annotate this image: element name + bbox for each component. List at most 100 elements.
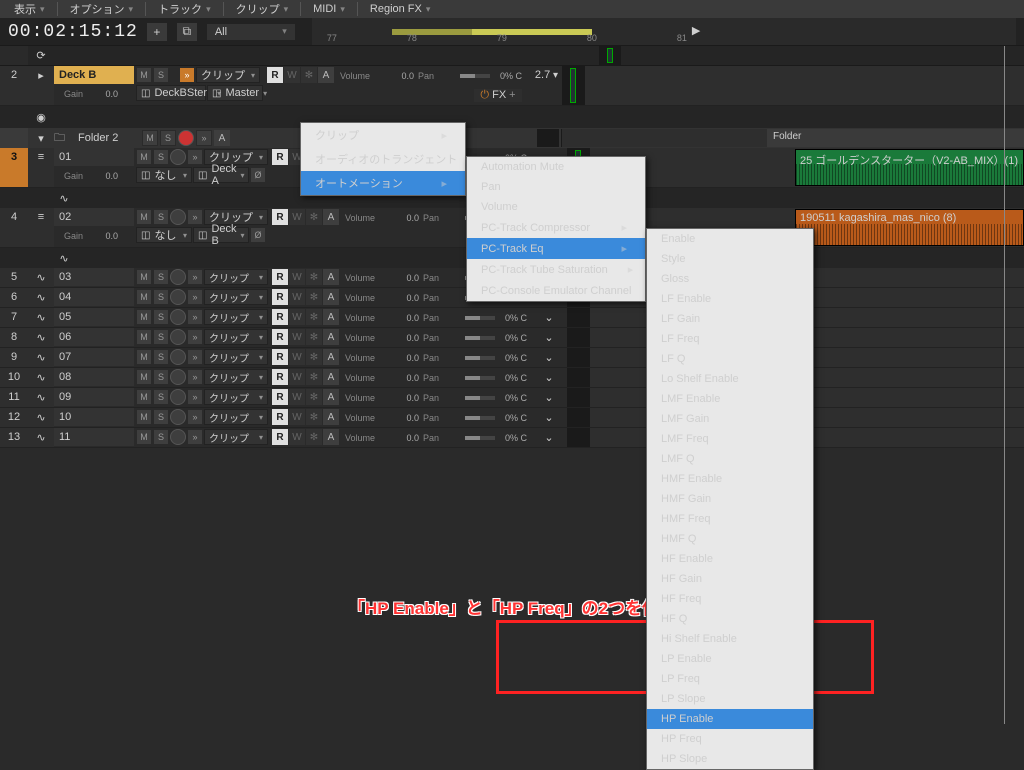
archive-button[interactable]: A: [318, 67, 334, 83]
clip-dropdown[interactable]: クリップ▾: [204, 369, 268, 385]
menu-item[interactable]: HF Enable: [647, 549, 813, 569]
write-button[interactable]: W: [289, 389, 305, 405]
collapse-icon[interactable]: ⟳: [28, 46, 54, 65]
folder-track[interactable]: ▾ 🗀 Folder 2 M S » A Folder: [0, 128, 1024, 148]
expand-chevron[interactable]: ⌄: [531, 308, 567, 327]
fx-star-button[interactable]: ✻: [306, 409, 322, 425]
menu-item[interactable]: HMF Freq: [647, 509, 813, 529]
track-name[interactable]: 06: [54, 328, 134, 346]
mute-button[interactable]: M: [136, 409, 152, 425]
menu-item[interactable]: LP Freq: [647, 669, 813, 689]
menu-item[interactable]: HP Enable: [647, 709, 813, 729]
track-number[interactable]: 12: [0, 408, 28, 427]
solo-button[interactable]: S: [153, 309, 169, 325]
menu-item[interactable]: LF Enable: [647, 289, 813, 309]
read-button[interactable]: R: [272, 389, 288, 405]
track-number[interactable]: 9: [0, 348, 28, 367]
record-button[interactable]: [170, 269, 186, 285]
fx-star-button[interactable]: ✻: [306, 429, 322, 445]
mute-button[interactable]: M: [136, 309, 152, 325]
track-number[interactable]: 4: [0, 208, 28, 247]
menu-options[interactable]: オプション▾: [62, 0, 142, 18]
menu-item[interactable]: HMF Q: [647, 529, 813, 549]
track-number[interactable]: 2: [0, 66, 28, 105]
menu-item[interactable]: LP Slope: [647, 689, 813, 709]
archive-button[interactable]: A: [323, 349, 339, 365]
fx-star-button[interactable]: ✻: [306, 369, 322, 385]
menu-midi[interactable]: MIDI▾: [305, 2, 353, 16]
clip-dropdown[interactable]: クリップ▾: [204, 289, 268, 305]
add-button[interactable]: +: [146, 22, 168, 42]
menu-item[interactable]: Volume: [467, 197, 645, 217]
track-name[interactable]: 05: [54, 308, 134, 326]
menu-clip[interactable]: クリップ▾: [228, 0, 297, 18]
waveform-icon[interactable]: ∿: [28, 388, 54, 407]
menu-item[interactable]: HP Slope: [647, 749, 813, 769]
menu-item[interactable]: Style: [647, 249, 813, 269]
filter-dropdown[interactable]: All▾: [206, 23, 296, 41]
read-button[interactable]: R: [272, 409, 288, 425]
clip-dropdown[interactable]: クリップ▾: [196, 67, 260, 83]
track-name[interactable]: 01: [54, 148, 134, 166]
menu-item[interactable]: オートメーション▸: [301, 171, 465, 195]
menu-item[interactable]: HF Freq: [647, 589, 813, 609]
wave-icon[interactable]: ∿: [54, 188, 74, 208]
playhead-icon[interactable]: ▶: [692, 24, 700, 37]
track-number[interactable]: 10: [0, 368, 28, 387]
menu-item[interactable]: LF Gain: [647, 309, 813, 329]
folder-collapse-icon[interactable]: ▾: [30, 132, 52, 145]
output-dropdown[interactable]: ◫Master▾: [207, 85, 263, 101]
input-echo-button[interactable]: »: [187, 309, 203, 325]
archive-button[interactable]: A: [323, 329, 339, 345]
expand-chevron[interactable]: ⌄: [531, 348, 567, 367]
track-name[interactable]: 11: [54, 428, 134, 446]
archive-button[interactable]: A: [323, 269, 339, 285]
waveform-icon[interactable]: ∿: [28, 408, 54, 427]
solo-button[interactable]: S: [160, 130, 176, 146]
menu-item[interactable]: HMF Gain: [647, 489, 813, 509]
track-name[interactable]: 09: [54, 388, 134, 406]
phase-button[interactable]: Ø: [250, 227, 266, 243]
solo-button[interactable]: S: [153, 149, 169, 165]
wave-icon[interactable]: ∿: [54, 248, 74, 268]
fx-star-button[interactable]: ✻: [306, 269, 322, 285]
expand-chevron[interactable]: ⌄: [531, 408, 567, 427]
expand-chevron[interactable]: ⌄: [531, 428, 567, 447]
fx-star-button[interactable]: ✻: [306, 309, 322, 325]
mute-button[interactable]: M: [136, 209, 152, 225]
menu-item[interactable]: PC-Track Eq▸: [467, 238, 645, 259]
clip-dropdown[interactable]: クリップ▾: [204, 349, 268, 365]
track-number[interactable]: 6: [0, 288, 28, 307]
input-echo-button[interactable]: »: [187, 369, 203, 385]
track-name[interactable]: 03: [54, 268, 134, 286]
solo-button[interactable]: S: [153, 269, 169, 285]
menu-item[interactable]: Hi Shelf Enable: [647, 629, 813, 649]
fx-star-button[interactable]: ✻: [306, 329, 322, 345]
folder-name[interactable]: Folder 2: [76, 132, 140, 144]
power-icon[interactable]: ⏻: [480, 89, 489, 102]
clip-dropdown[interactable]: クリップ▾: [204, 329, 268, 345]
output-dropdown[interactable]: ◫Deck B▾: [193, 227, 249, 243]
menu-item[interactable]: LMF Q: [647, 449, 813, 469]
expand-icon[interactable]: ▸: [28, 66, 54, 105]
clip-dropdown[interactable]: クリップ▾: [204, 309, 268, 325]
solo-button[interactable]: S: [153, 67, 169, 83]
input-echo-button[interactable]: »: [187, 329, 203, 345]
track-name[interactable]: 02: [54, 208, 134, 226]
solo-button[interactable]: S: [153, 209, 169, 225]
read-button[interactable]: R: [272, 149, 288, 165]
read-button[interactable]: R: [272, 349, 288, 365]
solo-button[interactable]: S: [153, 349, 169, 365]
input-dropdown[interactable]: ◫なし▾: [136, 167, 192, 183]
mute-button[interactable]: M: [142, 130, 158, 146]
solo-button[interactable]: S: [153, 289, 169, 305]
write-button[interactable]: W: [289, 349, 305, 365]
mute-button[interactable]: M: [136, 369, 152, 385]
track-number[interactable]: 13: [0, 428, 28, 447]
menu-item[interactable]: LMF Enable: [647, 389, 813, 409]
fx-star-button[interactable]: ✻: [301, 67, 317, 83]
write-button[interactable]: W: [289, 309, 305, 325]
track-number[interactable]: 5: [0, 268, 28, 287]
timeline-ruler[interactable]: 77 78 79 80 81 ▶: [312, 18, 1016, 45]
input-echo-button[interactable]: »: [179, 67, 195, 83]
